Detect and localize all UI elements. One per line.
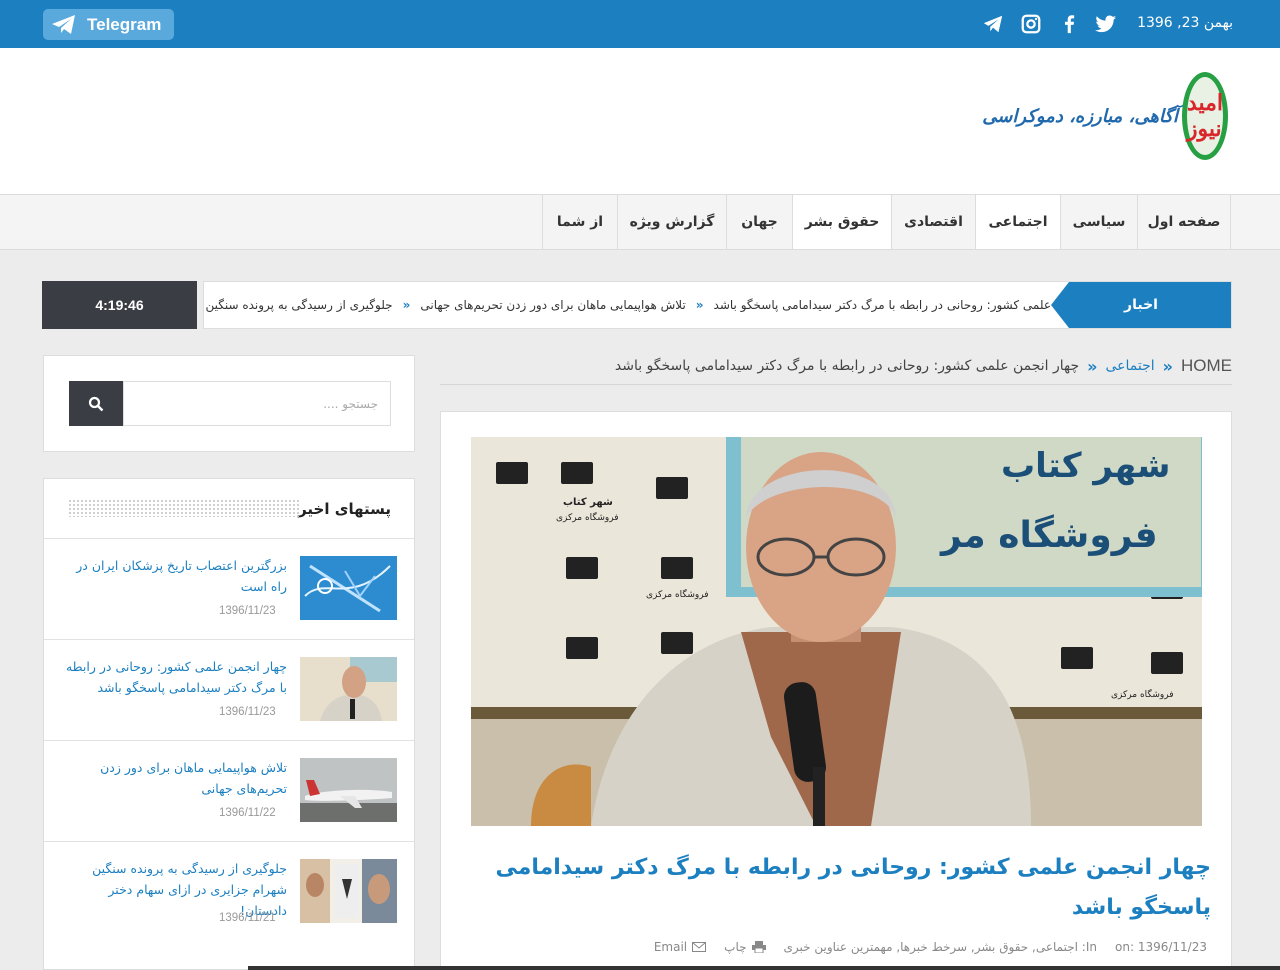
- search-button[interactable]: [69, 381, 123, 426]
- post-thumbnail[interactable]: [300, 657, 397, 721]
- twitter-icon: [1095, 15, 1117, 33]
- post-date: 1396/11/23: [219, 706, 276, 718]
- photo-sign-small: فروشگاه مرکزی: [556, 511, 619, 523]
- nav-item-special-report[interactable]: گزارش ویژه: [617, 195, 726, 249]
- post-title[interactable]: چهار انجمن علمی کشور: روحانی در رابطه با…: [62, 656, 287, 698]
- twitter-link[interactable]: [1092, 12, 1120, 36]
- facebook-link[interactable]: [1056, 12, 1082, 36]
- list-item[interactable]: بزرگترین اعتصاب تاریخ پزشکان ایران در را…: [44, 538, 414, 640]
- list-item[interactable]: چهار انجمن علمی کشور: روحانی در رابطه با…: [44, 639, 414, 741]
- photo-sign-small: فروشگاه مرکزی: [1111, 688, 1174, 700]
- photo-sign-big: فروشگاه مر: [939, 514, 1158, 556]
- article-photo[interactable]: شهر کتاب فروشگاه مرکزی فروشگاه مرکزی فرو…: [471, 437, 1202, 826]
- site-header: امید نیوز آگاهی، مبارزه، دموکراسی: [0, 48, 1280, 194]
- list-item[interactable]: تلاش هواپیمایی ماهان برای دور زدن تحریم‌…: [44, 740, 414, 842]
- photo-sign-big: شهر کتاب: [1001, 446, 1170, 486]
- breadcrumb-separator: «: [1162, 356, 1173, 376]
- logo-mark: امید نیوز: [1181, 72, 1228, 160]
- portraits-image: [300, 859, 397, 923]
- nav-item-economic[interactable]: اقتصادی: [891, 195, 975, 249]
- post-thumbnail[interactable]: [300, 556, 397, 620]
- speaker-image: [300, 657, 397, 721]
- site-logo[interactable]: امید نیوز آگاهی، مبارزه، دموکراسی: [982, 72, 1228, 160]
- current-date: بهمن 23, 1396: [1137, 15, 1233, 31]
- nav-item-world[interactable]: جهان: [726, 195, 792, 249]
- stethoscope-image: [300, 556, 397, 620]
- recent-posts-heading: پستهای اخیر: [298, 500, 391, 518]
- print-label: چاپ: [724, 940, 747, 954]
- nav-item-social[interactable]: اجتماعی: [975, 195, 1060, 249]
- post-thumbnail[interactable]: [300, 859, 397, 923]
- ticker-label: اخبار: [1051, 282, 1231, 328]
- article-title[interactable]: چهار انجمن علمی کشور: روحانی در رابطه با…: [477, 848, 1211, 928]
- printer-icon: [751, 941, 766, 953]
- instagram-icon: [1021, 14, 1041, 34]
- email-label: Email: [653, 940, 688, 954]
- post-date: 1396/11/23: [219, 605, 276, 617]
- breadcrumb-separator: «: [1087, 356, 1098, 376]
- photo-sign-small: فروشگاه مرکزی: [646, 588, 709, 600]
- article-meta: on: 1396/11/23 In: اجتماعی, حقوق بشر, سر…: [654, 940, 1207, 954]
- nav-item-political[interactable]: سیاسی: [1060, 195, 1137, 249]
- post-title[interactable]: تلاش هواپیمایی ماهان برای دور زدن تحریم‌…: [62, 757, 287, 799]
- list-item[interactable]: جلوگیری از رسیدگی به پرونده سنگین شهرام …: [44, 841, 414, 943]
- ticker-items: علمی کشور: روحانی در رابطه با مرگ دکتر س…: [205, 282, 1051, 328]
- breadcrumb-home[interactable]: HOME: [1181, 356, 1232, 376]
- recent-posts-widget: پستهای اخیر بزرگترین اعتصاب تاریخ پزشکان…: [43, 478, 415, 970]
- article-categories: In: اجتماعی, حقوق بشر, سرخط خبرها, مهمتر…: [783, 940, 1097, 954]
- logo-tagline: آگاهی، مبارزه، دموکراسی: [982, 105, 1178, 127]
- ticker-separator: «: [695, 298, 704, 312]
- facebook-icon: [1064, 15, 1075, 34]
- search-icon: [88, 396, 104, 411]
- envelope-icon: [692, 942, 707, 952]
- article-photo-illustration: شهر کتاب فروشگاه مرکزی فروشگاه مرکزی فرو…: [471, 437, 1202, 826]
- main-nav: صفحه اول سیاسی اجتماعی اقتصادی حقوق بشر …: [0, 194, 1280, 250]
- article-date: on: 1396/11/23: [1115, 940, 1207, 954]
- nav-item-from-you[interactable]: از شما: [542, 195, 617, 249]
- article-category-links[interactable]: اجتماعی, حقوق بشر, سرخط خبرها, مهمترین ع…: [784, 940, 1078, 954]
- post-thumbnail[interactable]: [300, 758, 397, 822]
- email-button[interactable]: Email: [653, 940, 707, 954]
- telegram-label: Telegram: [87, 14, 162, 34]
- airplane-image: [300, 758, 397, 822]
- nav-item-human-rights[interactable]: حقوق بشر: [792, 195, 891, 249]
- telegram-social-link[interactable]: [980, 12, 1006, 36]
- breadcrumb-divider: [440, 384, 1232, 385]
- ticker-separator: «: [402, 298, 411, 312]
- news-ticker: علمی کشور: روحانی در رابطه با مرگ دکتر س…: [203, 281, 1232, 329]
- photo-sign-small: شهر کتاب: [563, 497, 613, 508]
- heading-decoration: [68, 499, 301, 517]
- ticker-item[interactable]: جلوگیری از رسیدگی به پرونده سنگین: [205, 298, 392, 312]
- post-date: 1396/11/22: [219, 807, 276, 819]
- search-widget: [43, 355, 415, 452]
- top-bar: Telegram بهمن 23, 1396: [0, 0, 1280, 48]
- telegram-icon: [52, 14, 75, 34]
- post-title[interactable]: بزرگترین اعتصاب تاریخ پزشکان ایران در را…: [62, 555, 287, 597]
- breadcrumb-category[interactable]: اجتماعی: [1106, 358, 1155, 374]
- ticker-item[interactable]: تلاش هواپیمایی ماهان برای دور زدن تحریم‌…: [420, 298, 685, 312]
- breadcrumb-current: چهار انجمن علمی کشور: روحانی در رابطه با…: [614, 358, 1080, 374]
- search-input[interactable]: [123, 381, 391, 426]
- breadcrumb: HOME « اجتماعی « چهار انجمن علمی کشور: ر…: [615, 352, 1232, 380]
- ticker-item[interactable]: علمی کشور: روحانی در رابطه با مرگ دکتر س…: [714, 298, 1051, 312]
- telegram-icon: [983, 15, 1003, 33]
- post-date: 1396/11/21: [219, 912, 276, 924]
- article: شهر کتاب فروشگاه مرکزی فروشگاه مرکزی فرو…: [440, 411, 1232, 970]
- print-button[interactable]: چاپ: [724, 940, 766, 954]
- telegram-button[interactable]: Telegram: [43, 9, 174, 40]
- page-bottom-bar: [248, 966, 1280, 970]
- instagram-link[interactable]: [1018, 12, 1044, 36]
- nav-item-home[interactable]: صفحه اول: [1137, 195, 1231, 249]
- ticker-clock: 4:19:46: [42, 281, 197, 329]
